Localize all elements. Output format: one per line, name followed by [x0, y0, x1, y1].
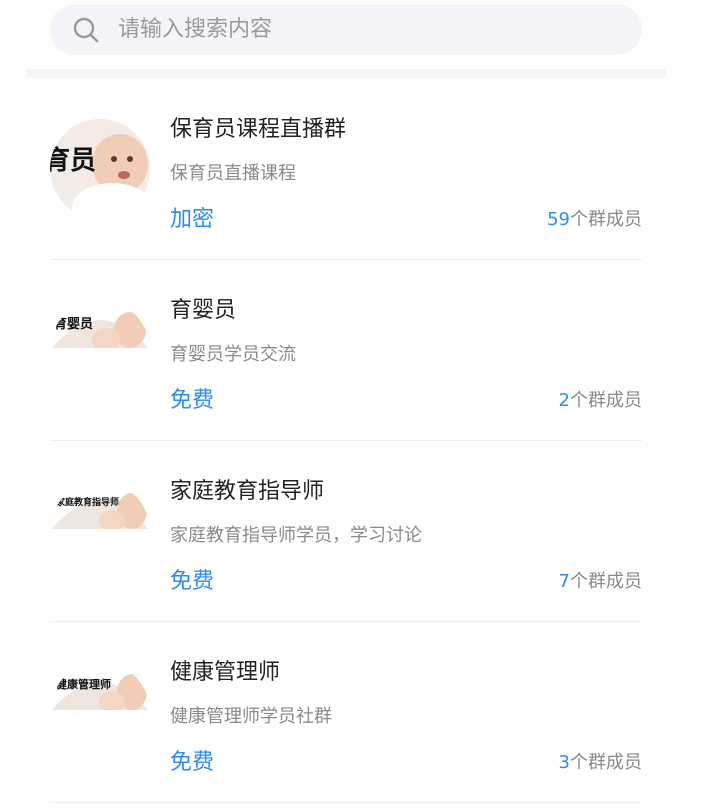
group-price-tag: 免费 — [170, 569, 215, 594]
group-avatar: 健康管理师 — [50, 662, 150, 762]
group-description: 健康管理师学员社群 — [170, 706, 332, 727]
group-avatar: 家庭教育指导师 — [50, 481, 150, 581]
avatar-logo-text: 家庭教育指导师 — [56, 496, 119, 508]
group-list-item[interactable]: 育婴员 育婴员 育婴员学员交流 免费 2个群成员 — [50, 260, 642, 441]
section-divider — [26, 69, 666, 78]
member-count: 2个群成员 — [559, 386, 642, 412]
member-count-suffix: 个群成员 — [570, 390, 642, 411]
member-count: 3个群成员 — [559, 748, 642, 774]
group-list-item[interactable]: 育员 保育员课程直播群 保育员直播课程 加密 59个群成员 — [50, 79, 642, 260]
group-list-item[interactable]: 健康管理师 健康管理师 健康管理师学员社群 免费 3个群成员 — [50, 622, 642, 803]
group-list-item[interactable]: 家庭教育指导师 家庭教育指导师 家庭教育指导师学员，学习讨论 免费 7个群成员 — [50, 441, 642, 622]
group-list: 育员 保育员课程直播群 保育员直播课程 加密 59个群成员 育婴员 育婴员 育婴… — [50, 79, 642, 803]
group-description: 保育员直播课程 — [170, 163, 296, 184]
search-icon — [73, 17, 99, 42]
member-count-number: 7 — [558, 571, 570, 592]
member-count-number: 59 — [547, 209, 570, 230]
group-name: 育婴员 — [170, 298, 237, 323]
group-price-tag: 加密 — [170, 207, 215, 232]
group-name: 健康管理师 — [170, 660, 281, 685]
search-bar[interactable] — [50, 4, 642, 55]
avatar-logo-text: 育员 — [50, 145, 96, 176]
avatar-logo-text: 健康管理师 — [56, 677, 111, 691]
member-count-suffix: 个群成员 — [570, 752, 642, 773]
group-avatar: 育婴员 — [50, 300, 150, 400]
group-price-tag: 免费 — [170, 388, 215, 413]
member-count-suffix: 个群成员 — [570, 571, 642, 592]
member-count: 59个群成员 — [547, 205, 642, 231]
member-count-number: 2 — [558, 390, 570, 411]
group-name: 家庭教育指导师 — [170, 479, 325, 504]
group-list-page: 育员 保育员课程直播群 保育员直播课程 加密 59个群成员 育婴员 育婴员 — [0, 0, 726, 808]
group-description: 育婴员学员交流 — [170, 344, 296, 365]
group-price-tag: 免费 — [170, 750, 215, 775]
member-count-suffix: 个群成员 — [570, 209, 642, 230]
group-avatar: 育员 — [50, 119, 150, 219]
group-name: 保育员课程直播群 — [170, 117, 347, 142]
member-count-number: 3 — [558, 752, 570, 773]
group-description: 家庭教育指导师学员，学习讨论 — [170, 525, 422, 546]
member-count: 7个群成员 — [559, 567, 642, 593]
search-input[interactable] — [118, 17, 558, 42]
avatar-logo-text: 育婴员 — [54, 316, 93, 332]
